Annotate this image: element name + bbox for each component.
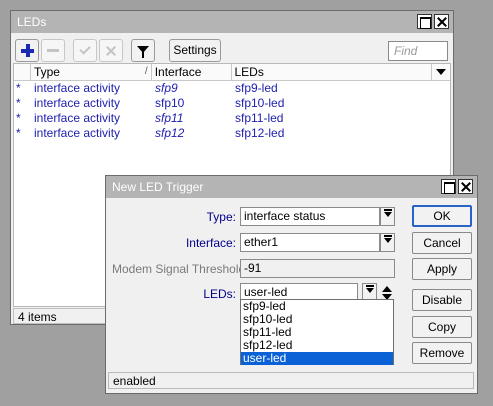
- threshold-field: -91: [240, 259, 395, 278]
- threshold-label: Modem Signal Threshold:: [112, 262, 249, 276]
- remove-entry-button[interactable]: Remove: [412, 342, 472, 364]
- copy-button[interactable]: Copy: [412, 316, 472, 338]
- type-dropdown-button[interactable]: [380, 207, 395, 226]
- table-header: Type / Interface LEDs: [14, 64, 450, 81]
- new-led-trigger-dialog: New LED Trigger Type: interface status I…: [105, 175, 478, 394]
- apply-button[interactable]: Apply: [412, 258, 472, 280]
- maximize-icon[interactable]: [417, 14, 432, 29]
- type-select[interactable]: interface status: [240, 207, 380, 226]
- table-row[interactable]: * interface activity sfp11 sfp11-led: [14, 111, 450, 126]
- leds-options-list: sfp9-led sfp10-led sfp11-led sfp12-led u…: [240, 299, 394, 365]
- type-label: Type:: [206, 210, 236, 224]
- dialog-titlebar[interactable]: New LED Trigger: [106, 176, 477, 198]
- column-header-interface[interactable]: Interface: [152, 64, 232, 80]
- plus-icon: [20, 44, 34, 57]
- table-row[interactable]: * interface activity sfp10 sfp10-led: [14, 96, 450, 111]
- settings-button[interactable]: Settings: [169, 39, 221, 62]
- table-row[interactable]: * interface activity sfp9 sfp9-led: [14, 81, 450, 96]
- leds-window-title: LEDs: [17, 15, 47, 29]
- table-row[interactable]: * interface activity sfp12 sfp12-led: [14, 126, 450, 141]
- x-icon: [105, 45, 117, 57]
- minus-icon: [47, 49, 59, 52]
- leds-window-titlebar[interactable]: LEDs: [11, 11, 453, 33]
- filter-button[interactable]: [131, 39, 155, 62]
- remove-button[interactable]: [41, 39, 65, 62]
- close-icon[interactable]: [434, 14, 449, 29]
- interface-select[interactable]: ether1: [240, 233, 380, 252]
- add-button[interactable]: [15, 39, 39, 62]
- dialog-status: enabled: [108, 372, 474, 389]
- dropdown-arrow-icon: [366, 285, 374, 293]
- ok-button[interactable]: OK: [412, 205, 472, 227]
- column-header-leds[interactable]: LEDs: [232, 64, 433, 80]
- interface-label: Interface:: [185, 236, 236, 250]
- sort-icon: /: [144, 66, 148, 77]
- item-count-status: 4 items: [13, 308, 108, 324]
- check-icon: [79, 43, 91, 55]
- column-menu-button[interactable]: [432, 64, 450, 80]
- chevron-down-icon: [436, 69, 446, 75]
- flag-column-header[interactable]: [14, 64, 31, 80]
- filter-icon: [137, 45, 149, 58]
- list-item[interactable]: user-led: [241, 352, 393, 365]
- leds-label: LEDs:: [203, 287, 236, 301]
- find-input[interactable]: Find: [388, 41, 448, 61]
- enable-button[interactable]: [73, 39, 97, 62]
- dropdown-arrow-icon: [384, 235, 392, 243]
- disable-button[interactable]: [99, 39, 123, 62]
- close-icon[interactable]: [458, 179, 473, 194]
- dropdown-arrow-icon: [384, 209, 392, 217]
- maximize-icon[interactable]: [441, 179, 456, 194]
- interface-dropdown-button[interactable]: [380, 233, 395, 252]
- cancel-button[interactable]: Cancel: [412, 232, 472, 254]
- column-header-type[interactable]: Type /: [31, 64, 152, 80]
- disable-button[interactable]: Disable: [412, 289, 472, 311]
- dialog-title: New LED Trigger: [112, 180, 204, 194]
